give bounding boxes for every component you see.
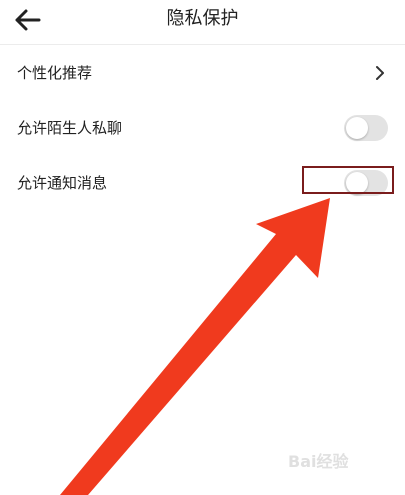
page-title: 隐私保护	[166, 8, 239, 29]
setting-row-personalized-recommend[interactable]: 个性化推荐	[0, 46, 405, 101]
header-bar: 隐私保护	[0, 0, 405, 45]
toggle-knob	[346, 117, 368, 139]
chevron-right-icon	[376, 66, 384, 80]
toggle-knob	[346, 172, 368, 194]
baidu-watermark-logo: Bai经验	[288, 452, 349, 471]
stranger-chat-toggle[interactable]	[344, 115, 388, 141]
notification-toggle[interactable]	[344, 170, 388, 196]
setting-label: 个性化推荐	[17, 64, 93, 82]
setting-row-allow-notifications: 允许通知消息	[0, 156, 405, 211]
setting-row-allow-stranger-chat: 允许陌生人私聊	[0, 101, 405, 156]
setting-label: 允许通知消息	[17, 174, 108, 192]
setting-label: 允许陌生人私聊	[17, 119, 123, 137]
